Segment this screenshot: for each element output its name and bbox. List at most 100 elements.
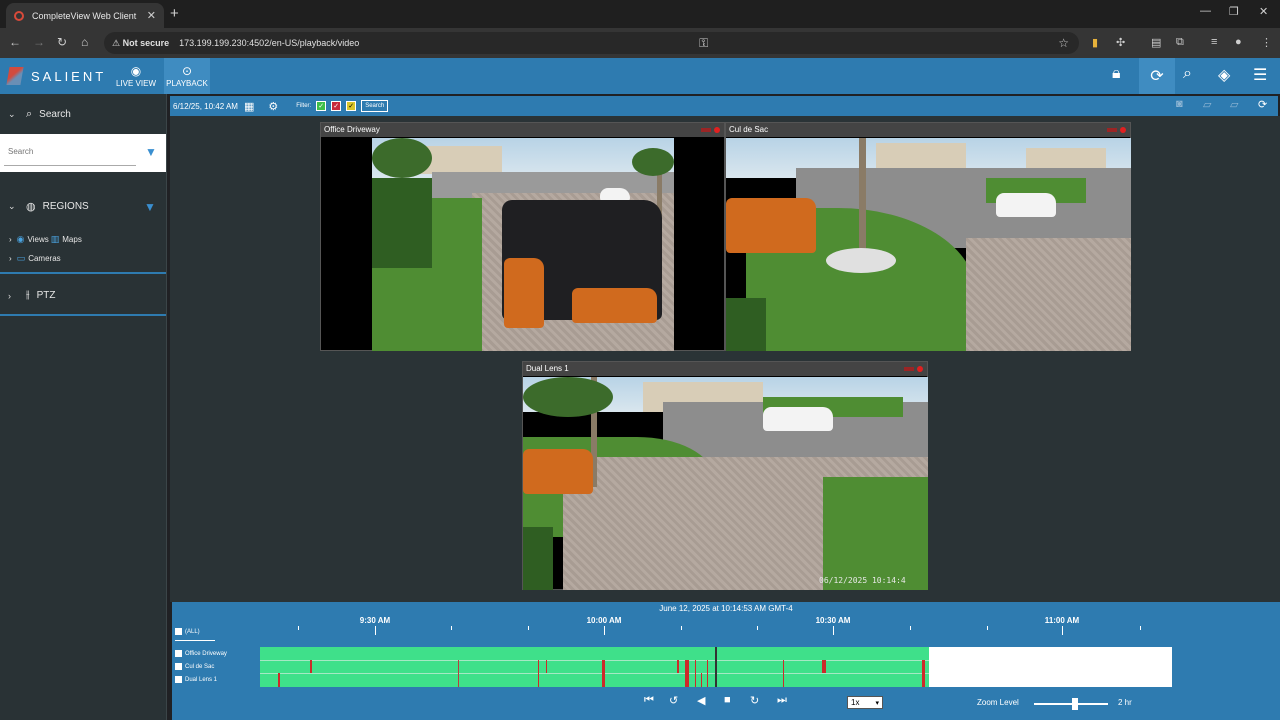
timeline-major-tick <box>833 626 834 635</box>
rewind-seconds-icon[interactable]: ↺ <box>669 694 678 707</box>
timeline-major-tick <box>1062 626 1063 635</box>
event-marker[interactable] <box>822 660 826 673</box>
event-marker[interactable] <box>677 660 679 673</box>
skip-to-start-icon[interactable]: ⏮︎ <box>644 694 654 707</box>
home-icon[interactable]: ⌂ <box>81 35 88 49</box>
lock-icon[interactable]: 🔒︎ <box>1112 65 1121 83</box>
new-tab-button[interactable]: + <box>170 5 179 22</box>
event-marker[interactable] <box>685 660 689 687</box>
event-marker[interactable] <box>538 660 539 687</box>
skip-to-end-icon[interactable]: ⏭︎ <box>777 694 787 707</box>
bookmark-star-icon[interactable]: ☆ <box>1058 36 1069 50</box>
regions-section-header[interactable]: ⌄ ◍ REGIONS ▼ <box>0 200 166 214</box>
not-secure-badge[interactable]: ⚠ Not secure <box>112 38 169 49</box>
event-marker[interactable] <box>278 673 280 687</box>
camera-title: Dual Lens 1 <box>523 362 927 376</box>
refresh-icon[interactable]: ⟳ <box>1258 98 1267 111</box>
forward-icon[interactable]: → <box>33 35 45 49</box>
event-marker[interactable] <box>310 660 312 673</box>
key-icon[interactable]: ⚿ <box>699 36 708 51</box>
browser-menu-icon[interactable]: ⋮ <box>1261 36 1272 49</box>
sidepanel-icon[interactable]: ▤ <box>1151 36 1161 49</box>
tab-search-icon[interactable]: ⧉ <box>1176 36 1184 49</box>
camera-video-feed[interactable] <box>523 377 928 590</box>
event-marker[interactable] <box>701 673 702 687</box>
browser-tab-bar: CompleteView Web Client ✕ + — ❐ ✕ <box>0 0 1280 28</box>
stop-icon[interactable]: ■ <box>724 694 731 706</box>
play-reverse-icon[interactable]: ◀ <box>697 694 705 707</box>
minimize-icon[interactable]: — <box>1200 5 1211 17</box>
recording-indicator <box>1107 128 1117 132</box>
camera-video-feed[interactable] <box>372 138 674 351</box>
timeline-minor-tick <box>1140 626 1141 630</box>
close-window-icon[interactable]: ✕ <box>1259 5 1268 18</box>
url-bar[interactable]: ⚠ Not secure 173.199.199.230:4502/en-US/… <box>104 32 1079 54</box>
camera-tile-dual-lens-1[interactable]: Dual Lens 1 06/12/2025 10:14:4 <box>522 361 928 590</box>
restore-icon[interactable]: ❐ <box>1229 5 1239 18</box>
playback-mode-icon[interactable]: ⟳ <box>1139 58 1175 94</box>
row-checkbox[interactable] <box>175 663 182 670</box>
export-icon[interactable]: ▱ <box>1203 98 1211 111</box>
timeline-major-tick <box>604 626 605 635</box>
timeline-row-label[interactable]: Office Driveway <box>172 650 227 657</box>
hamburger-menu-icon[interactable]: ☰ <box>1253 65 1267 85</box>
timeline-row-label[interactable]: Dual Lens 1 <box>172 676 217 683</box>
filter-yellow-checkbox[interactable]: ✓ <box>346 101 357 111</box>
event-marker[interactable] <box>602 660 605 687</box>
event-marker[interactable] <box>922 660 925 687</box>
sidebar-search-input[interactable] <box>4 138 136 166</box>
browser-tab[interactable]: CompleteView Web Client ✕ <box>6 3 164 28</box>
regions-filter-icon[interactable]: ▼ <box>144 200 156 214</box>
event-marker[interactable] <box>695 660 696 687</box>
export-clip-icon[interactable]: ▱ <box>1230 98 1238 111</box>
chevron-down-icon: ⌄ <box>8 109 16 119</box>
filter-green-checkbox[interactable]: ✓ <box>316 101 327 111</box>
filter-red-checkbox[interactable]: ✓ <box>331 101 342 111</box>
timeline-playhead[interactable] <box>715 647 717 687</box>
filter-search-button[interactable]: Search <box>361 100 389 112</box>
playback-speed-select[interactable]: 1x ▾ <box>847 696 883 709</box>
all-checkbox[interactable] <box>175 628 182 635</box>
event-marker[interactable] <box>546 660 547 673</box>
event-marker[interactable] <box>707 660 708 687</box>
timeline-bars[interactable] <box>260 647 1172 687</box>
chevron-right-icon: › <box>8 290 11 301</box>
timeline-row-label[interactable]: Cul de Sac <box>172 663 214 670</box>
timeline-current-date: June 12, 2025 at 10:14:53 AM GMT-4 <box>659 604 793 613</box>
filter-funnel-icon[interactable]: ▼ <box>145 145 157 159</box>
timeline-minor-tick <box>757 626 758 630</box>
media-icon[interactable]: ≡ <box>1211 36 1217 48</box>
nav-live-view[interactable]: ◉ LIVE VIEW <box>114 58 158 94</box>
extensions-puzzle-icon[interactable]: ✣ <box>1116 36 1125 49</box>
extension-icon[interactable]: ▮ <box>1092 36 1098 49</box>
camera-tile-cul-de-sac[interactable]: Cul de Sac <box>725 122 1131 351</box>
event-marker[interactable] <box>458 660 459 687</box>
timeline-row-all[interactable]: (ALL) <box>172 628 200 635</box>
sync-settings-icon[interactable]: ⚙ <box>268 100 278 113</box>
snapshot-icon[interactable]: ◙ <box>1176 98 1183 110</box>
search-icon[interactable]: ⌕ <box>1183 65 1192 83</box>
profile-avatar-icon[interactable]: ● <box>1235 36 1242 48</box>
recording-indicator <box>904 367 914 371</box>
zoom-slider-handle[interactable] <box>1071 698 1078 710</box>
forward-seconds-icon[interactable]: ↻ <box>750 694 759 707</box>
row-checkbox[interactable] <box>175 650 182 657</box>
layers-icon[interactable]: ◈ <box>1218 65 1230 85</box>
ptz-section-header[interactable]: › ⫲ PTZ <box>0 289 166 302</box>
timeline-tick-label: 10:00 AM <box>586 616 622 625</box>
back-icon[interactable]: ← <box>9 35 21 49</box>
event-marker[interactable] <box>783 660 784 687</box>
camera-video-feed[interactable] <box>726 138 1131 351</box>
camera-tile-office-driveway[interactable]: Office Driveway <box>320 122 725 351</box>
chevron-down-icon: ▾ <box>875 699 879 707</box>
calendar-icon[interactable]: ▦ <box>244 100 254 113</box>
row-checkbox[interactable] <box>175 676 182 683</box>
nav-playback[interactable]: ⊙ PLAYBACK <box>164 58 210 94</box>
tree-cameras[interactable]: › ▭ Cameras <box>0 253 166 264</box>
playback-datetime[interactable]: 6/12/25, 10:42 AM <box>173 102 238 111</box>
tree-views-maps[interactable]: › ◉ Views ▥ Maps <box>0 234 166 245</box>
reload-icon[interactable]: ↻ <box>57 35 67 49</box>
search-section-header[interactable]: ⌄ ⌕ Search <box>0 108 166 121</box>
sidebar-search-box: ▼ <box>0 134 166 172</box>
close-tab-icon[interactable]: ✕ <box>147 9 156 22</box>
